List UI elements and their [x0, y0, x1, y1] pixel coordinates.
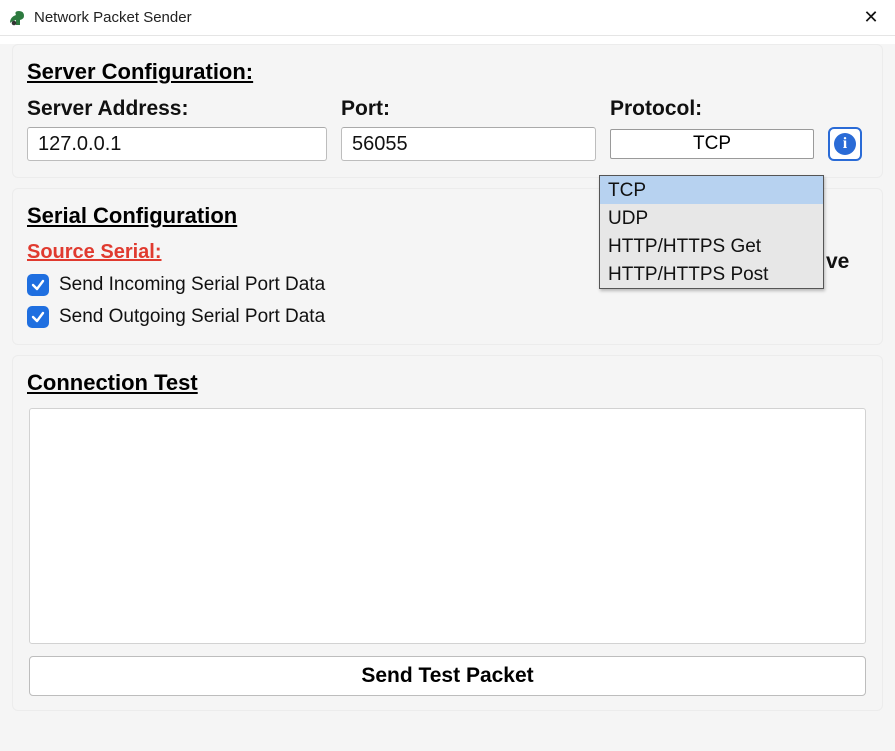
send-test-packet-button[interactable]: Send Test Packet [29, 656, 866, 696]
client-area: Server Configuration: Server Address: Po… [0, 44, 895, 751]
info-button[interactable]: i [828, 127, 862, 161]
port-label: Port: [341, 97, 596, 121]
check-icon [31, 310, 45, 324]
info-icon: i [834, 133, 856, 155]
window-title: Network Packet Sender [34, 9, 849, 26]
protocol-option-udp[interactable]: UDP [600, 204, 823, 232]
server-address-input[interactable] [27, 127, 327, 161]
port-input[interactable] [341, 127, 596, 161]
protocol-option-http-get[interactable]: HTTP/HTTPS Get [600, 232, 823, 260]
titlebar: Network Packet Sender ✕ [0, 0, 895, 36]
incoming-serial-label: Send Incoming Serial Port Data [59, 274, 325, 296]
check-icon [31, 278, 45, 292]
outgoing-serial-checkbox[interactable] [27, 306, 49, 328]
outgoing-serial-label: Send Outgoing Serial Port Data [59, 306, 325, 328]
connection-test-heading: Connection Test [27, 370, 868, 396]
protocol-select-value: TCP [693, 133, 731, 155]
server-address-label: Server Address: [27, 97, 327, 121]
protocol-label: Protocol: [610, 97, 814, 121]
outgoing-serial-row: Send Outgoing Serial Port Data [27, 306, 868, 328]
test-output-area [29, 408, 866, 644]
connection-test-group: Connection Test Send Test Packet [12, 355, 883, 711]
server-config-group: Server Configuration: Server Address: Po… [12, 44, 883, 178]
app-icon [8, 9, 26, 27]
server-config-heading: Server Configuration: [27, 59, 868, 85]
protocol-dropdown[interactable]: TCP UDP HTTP/HTTPS Get HTTP/HTTPS Post [599, 175, 824, 289]
close-button[interactable]: ✕ [857, 4, 885, 32]
incoming-serial-checkbox[interactable] [27, 274, 49, 296]
protocol-select[interactable]: TCP [610, 129, 814, 159]
obscured-text-fragment: ve [826, 250, 849, 274]
protocol-option-tcp[interactable]: TCP [600, 176, 823, 204]
protocol-option-http-post[interactable]: HTTP/HTTPS Post [600, 260, 823, 288]
